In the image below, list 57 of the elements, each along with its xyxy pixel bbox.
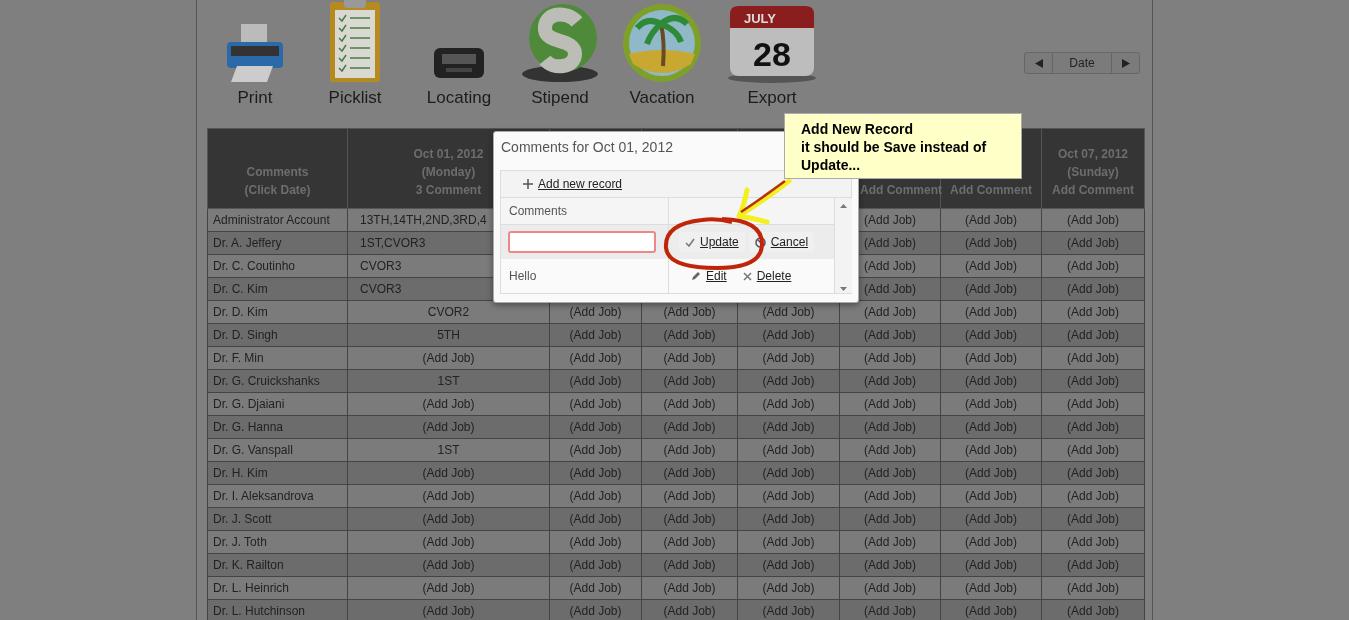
toolbar-label[interactable]: Stipend: [531, 88, 589, 108]
toolbar-label[interactable]: Print: [237, 88, 273, 108]
name-cell: Dr. C. Kim: [207, 277, 348, 301]
table-cell: (Add Job): [347, 461, 550, 485]
table-cell: 5TH: [347, 323, 550, 347]
comment-input[interactable]: [508, 231, 656, 253]
palm-tree-icon: [621, 2, 703, 84]
name-cell: Dr. H. Kim: [207, 461, 348, 485]
check-icon: [685, 237, 695, 247]
name-cell: Dr. G. Vanspall: [207, 438, 348, 462]
annotation-arrow: [736, 178, 792, 225]
table-cell: (Add Job): [347, 484, 550, 508]
table-cell: 1ST: [347, 369, 550, 393]
name-cell: Dr. L. Heinrich: [207, 576, 348, 600]
table-cell: 1ST: [347, 438, 550, 462]
date-label: Date: [1068, 55, 1096, 72]
name-cell: Dr. D. Kim: [207, 300, 348, 324]
toolbar-label[interactable]: Picklist: [328, 88, 382, 108]
delete-button[interactable]: Delete: [736, 266, 798, 286]
name-cell: Dr. I. Aleksandrova: [207, 484, 348, 508]
name-cell: Administrator Account: [207, 208, 348, 232]
table-cell: (Add Job): [347, 530, 550, 554]
note-callout: Add New Record it should be Save instead of Update...: [784, 113, 1022, 179]
toolbar-label[interactable]: Vacation: [629, 88, 695, 108]
table-cell: (Add Job): [347, 553, 550, 577]
no-entry-icon: [754, 236, 766, 248]
name-cell: Dr. G. Hanna: [207, 415, 348, 439]
name-cell: Dr. A. Jeffery: [207, 231, 348, 255]
name-cell: Dr. F. Min: [207, 346, 348, 370]
scroll-down-icon: [840, 287, 847, 291]
update-button[interactable]: Update: [679, 232, 745, 252]
table-cell: (Add Job): [347, 415, 550, 439]
name-cell: Dr. G. Djaiani: [207, 392, 348, 416]
table-cell: (Add Job): [347, 507, 550, 531]
table-cell: (Add Job): [347, 346, 550, 370]
close-icon: [742, 271, 752, 281]
name-cell: Dr. G. Cruickshanks: [207, 369, 348, 393]
left-triangle-icon: [1034, 58, 1043, 68]
name-cell: Dr. J. Scott: [207, 507, 348, 531]
grid-header: Comments: [501, 198, 669, 225]
column-header: Comments (Click Date): [207, 128, 348, 209]
name-cell: Dr. C. Coutinho: [207, 254, 348, 278]
right-triangle-icon: [1121, 58, 1130, 68]
toolbar-label[interactable]: Export: [747, 88, 797, 108]
clipboard-icon: [328, 0, 382, 84]
table-cell: (Add Job): [347, 392, 550, 416]
column-header: Oct 07, 2012 (Sunday) Add Comment: [1041, 128, 1145, 209]
name-cell: Dr. D. Singh: [207, 323, 348, 347]
table-cell: (Add Job): [347, 576, 550, 600]
edit-button[interactable]: Edit: [685, 266, 733, 286]
name-cell: Dr. K. Railton: [207, 553, 348, 577]
name-cell: Dr. L. Hutchinson: [207, 599, 348, 620]
cancel-button[interactable]: Cancel: [748, 232, 815, 252]
name-cell: Dr. J. Toth: [207, 530, 348, 554]
plus-icon: [523, 179, 533, 189]
pencil-icon: [691, 271, 701, 281]
toolbar-label[interactable]: Locating: [426, 88, 492, 108]
